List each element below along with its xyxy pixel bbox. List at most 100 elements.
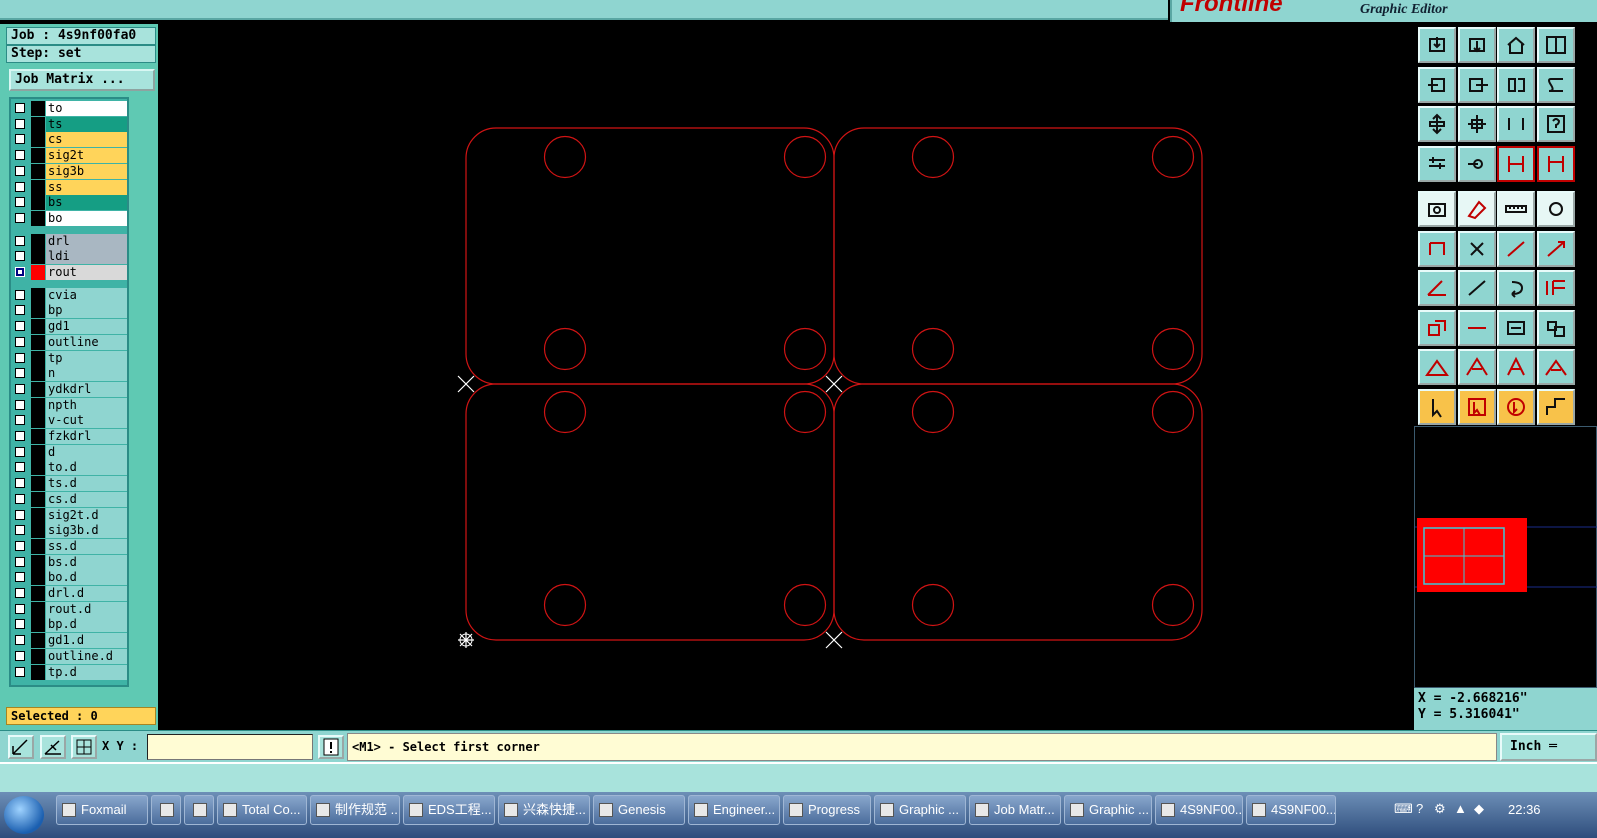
layer-row-ldi[interactable]: ldi [13,249,127,265]
layer-color-swatch[interactable] [31,538,45,554]
layer-color-swatch[interactable] [31,460,45,476]
layer-row-sig3b-d[interactable]: sig3b.d [13,523,127,539]
layer-checkbox[interactable] [15,603,25,614]
triangle-x-button[interactable] [1536,349,1575,385]
layer-color-swatch[interactable] [31,523,45,539]
snap-red-button[interactable] [1497,145,1535,182]
taskbar-item[interactable]: EDS工程... [403,795,495,825]
triangle-edit-button[interactable] [1457,349,1496,385]
zoom-center-button[interactable] [1457,106,1496,142]
taskbar-item[interactable]: 4S9NF00... [1246,795,1336,825]
layer-name[interactable]: npth [46,397,127,413]
layer-color-swatch[interactable] [31,334,45,350]
taskbar-item[interactable]: Foxmail [56,795,148,825]
layer-checkbox[interactable] [15,588,25,598]
layer-row-drl-d[interactable]: drl.d [13,586,127,601]
layer-name[interactable]: n [46,366,127,382]
layer-checkbox[interactable] [15,165,25,176]
help-button[interactable] [1536,106,1575,142]
layer-name[interactable]: ydkdrl [46,381,127,397]
layer-color-swatch[interactable] [31,444,45,460]
layer-name[interactable]: cs.d [46,491,127,507]
rotate-button[interactable] [1497,270,1535,306]
layer-row-bo-d[interactable]: bo.d [13,570,127,586]
layer-row-drl[interactable]: drl [13,233,127,249]
draw-shape-button[interactable] [1457,191,1496,227]
layer-checkbox[interactable] [15,212,25,223]
layer-name[interactable]: drl [46,233,127,249]
layer-checkbox[interactable] [15,525,25,536]
pointer-button[interactable] [1418,388,1456,425]
layer-row-npth[interactable]: npth [13,397,127,413]
layer-name[interactable]: ts.d [46,476,127,492]
layer-checkbox[interactable] [15,134,25,145]
layer-color-swatch[interactable] [31,163,45,179]
layer-color-swatch[interactable] [31,617,45,633]
layer-checkbox[interactable] [15,431,25,441]
grid-xy-button[interactable] [1536,27,1575,63]
layer-name[interactable]: sig2t [46,148,127,164]
layer-checkbox[interactable] [15,305,25,316]
layer-checkbox[interactable] [15,399,25,410]
slash-button[interactable] [1457,270,1496,306]
mirror-button[interactable] [1536,270,1575,306]
move-down-button[interactable] [1457,27,1496,63]
layer-row-sig2t-d[interactable]: sig2t.d [13,507,127,523]
layer-color-swatch[interactable] [31,429,45,444]
layer-color-swatch[interactable] [31,195,45,211]
layer-row-bs[interactable]: bs [13,195,127,211]
layer-row-bp-d[interactable]: bp.d [13,617,127,633]
layer-name[interactable]: bo.d [46,570,127,586]
graphic-canvas[interactable] [158,24,1414,730]
layer-checkbox[interactable] [15,267,25,277]
layer-checkbox[interactable] [15,368,25,379]
layer-name[interactable]: gd1 [46,319,127,335]
layer-name[interactable]: rout [46,265,127,280]
s-curve-button[interactable] [1536,66,1575,103]
layer-name[interactable]: cs [46,132,127,148]
layer-color-swatch[interactable] [31,586,45,601]
taskbar-item[interactable]: 4S9NF00... [1155,795,1243,825]
layer-name[interactable]: ss [46,179,127,195]
help-tray-icon[interactable]: ? [1416,801,1423,816]
copy-square-button[interactable] [1418,309,1456,346]
layer-color-swatch[interactable] [31,116,45,132]
layer-color-swatch[interactable] [31,381,45,397]
taskbar-item[interactable]: 制作规范 ... [310,795,400,825]
layer-checkbox[interactable] [15,493,25,504]
layer-color-swatch[interactable] [31,554,45,570]
ratio-button[interactable] [1497,106,1535,142]
layer-color-swatch[interactable] [31,210,45,226]
layer-color-swatch[interactable] [31,507,45,523]
overview-map[interactable] [1414,426,1597,688]
layer-color-swatch[interactable] [31,413,45,429]
layer-checkbox[interactable] [15,540,25,551]
layer-name[interactable]: ldi [46,249,127,265]
layer-color-swatch[interactable] [31,265,45,280]
layer-name[interactable]: ss.d [46,538,127,554]
layer-color-swatch[interactable] [31,303,45,319]
layer-color-swatch[interactable] [31,664,45,680]
move-up-button[interactable] [1418,27,1456,63]
layer-row-rout[interactable]: rout [13,265,127,280]
pointer-circle-button[interactable] [1497,388,1535,425]
layer-row-bo[interactable]: bo [13,210,127,226]
settings-tray-icon[interactable]: ⚙ [1434,801,1446,817]
layer-row-tp[interactable]: tp [13,350,127,366]
layer-checkbox[interactable] [15,181,25,192]
layer-checkbox[interactable] [15,462,25,473]
layer-checkbox[interactable] [15,336,25,347]
layer-color-swatch[interactable] [31,350,45,366]
layer-color-swatch[interactable] [31,397,45,413]
layer-checkbox[interactable] [15,509,25,520]
taskbar-item[interactable]: Graphic ... [874,795,966,825]
layer-row-cs[interactable]: cs [13,132,127,148]
layer-name[interactable]: v-cut [46,413,127,429]
layer-row-to[interactable]: to [13,101,127,116]
layer-name[interactable]: bo [46,210,127,226]
layer-name[interactable]: tp [46,350,127,366]
layer-checkbox[interactable] [15,478,25,489]
layer-color-swatch[interactable] [31,648,45,664]
layer-name[interactable]: bs.d [46,554,127,570]
triangle-add-button[interactable] [1418,349,1456,385]
